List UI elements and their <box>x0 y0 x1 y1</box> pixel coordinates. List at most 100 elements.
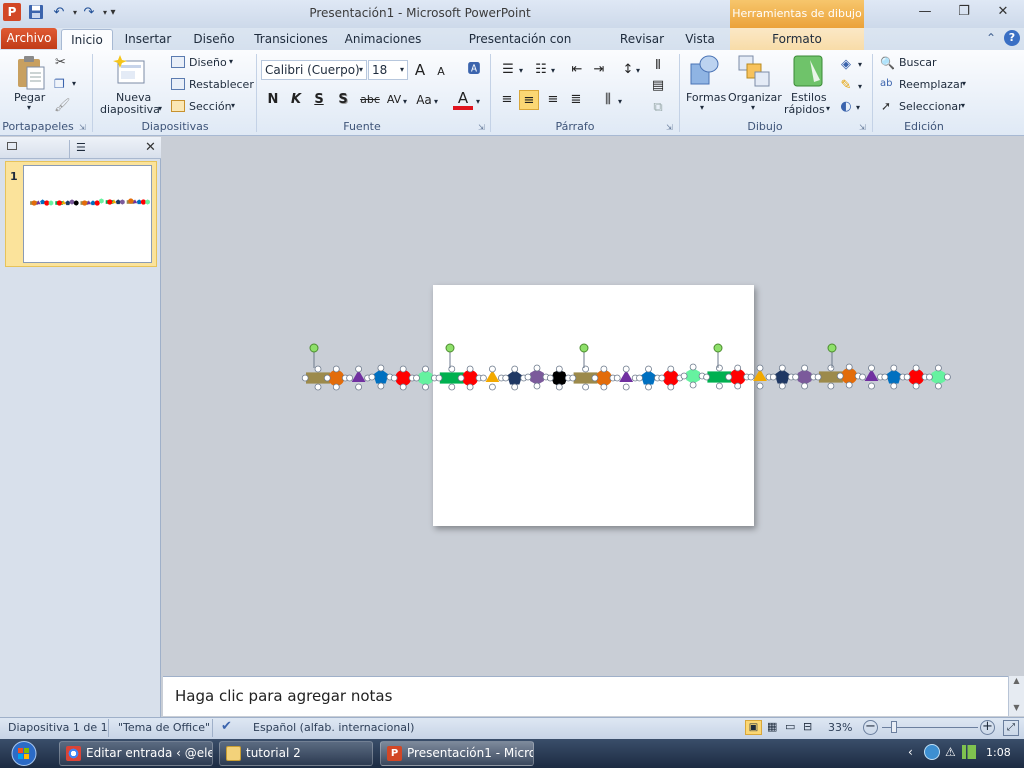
numbering-icon[interactable]: ☷ <box>531 60 551 80</box>
shape-effects-icon[interactable]: ◐ <box>836 97 856 117</box>
resize-handle[interactable] <box>368 373 376 381</box>
resize-handle[interactable] <box>859 373 866 381</box>
tab-file[interactable]: Archivo <box>1 28 57 49</box>
resize-handle[interactable] <box>488 383 496 391</box>
paste-dropdown-icon[interactable]: ▾ <box>27 103 31 112</box>
resize-handle[interactable] <box>622 365 630 373</box>
resize-handle[interactable] <box>502 374 510 382</box>
help-icon[interactable]: ? <box>1004 30 1020 46</box>
resize-handle[interactable] <box>591 374 599 382</box>
shape-outline-icon[interactable]: ✎ <box>836 76 856 96</box>
tray-expand-icon[interactable]: ‹ <box>908 745 913 759</box>
resize-handle[interactable] <box>314 383 322 391</box>
taskbar-item-browser[interactable]: Editar entrada ‹ @ele... <box>59 741 213 766</box>
slide[interactable] <box>433 285 754 526</box>
resize-handle[interactable] <box>533 382 541 390</box>
resize-handle[interactable] <box>747 373 755 381</box>
resize-handle[interactable] <box>390 374 398 382</box>
tab-transitions[interactable]: Transiciones <box>252 29 330 50</box>
resize-handle[interactable] <box>778 364 786 372</box>
chevron-down-icon[interactable]: ▾ <box>551 66 555 75</box>
cut-icon[interactable]: ✂ <box>55 55 66 70</box>
resize-handle[interactable] <box>912 382 920 390</box>
restore-button[interactable]: ❐ <box>944 2 984 22</box>
slide-thumbnail[interactable] <box>23 165 152 263</box>
rotation-handle[interactable] <box>827 343 837 353</box>
clock[interactable]: 1:08 <box>986 746 1011 759</box>
tab-insert[interactable]: Insertar <box>120 29 176 50</box>
change-case-button[interactable]: Aa <box>414 90 434 110</box>
select-button[interactable]: Seleccionar <box>899 100 963 113</box>
section-button[interactable]: Sección <box>189 100 232 113</box>
resize-handle[interactable] <box>457 374 465 382</box>
resize-handle[interactable] <box>600 383 608 391</box>
shape-hexagon[interactable] <box>69 199 75 205</box>
close-pane-icon[interactable]: ✕ <box>145 140 156 155</box>
increase-indent-icon[interactable]: ⇥ <box>589 60 609 80</box>
chevron-down-icon[interactable]: ▾ <box>858 60 862 69</box>
find-button[interactable]: Buscar <box>899 56 937 69</box>
chevron-down-icon[interactable]: ▾ <box>618 97 622 106</box>
bullets-icon[interactable]: ☰ <box>498 60 518 80</box>
grow-font-button[interactable]: A <box>410 60 430 80</box>
quick-styles-dropdown-icon[interactable]: ▾ <box>826 104 830 113</box>
find-icon[interactable]: 🔍 <box>880 56 895 70</box>
taskbar-item-folder[interactable]: tutorial 2 <box>219 741 373 766</box>
layout-button[interactable]: Diseño <box>189 56 227 69</box>
clipboard-launcher-icon[interactable]: ⇲ <box>79 123 86 132</box>
zoom-out-icon[interactable]: − <box>863 720 878 735</box>
shape-pentagon[interactable] <box>115 199 121 205</box>
shape-hexagon[interactable] <box>120 199 125 205</box>
close-button[interactable]: ✕ <box>983 2 1023 22</box>
replace-button[interactable]: Reemplazar <box>899 78 964 91</box>
shapes-button[interactable]: Formas <box>686 91 726 104</box>
shape-octagon[interactable] <box>73 200 79 206</box>
resize-handle[interactable] <box>511 383 519 391</box>
chevron-down-icon[interactable]: ▾ <box>476 97 480 106</box>
resize-handle[interactable] <box>801 364 808 372</box>
font-name-combo[interactable]: Calibri (Cuerpo) ▾ <box>261 60 367 80</box>
resize-handle[interactable] <box>903 373 911 381</box>
chevron-down-icon[interactable]: ▾ <box>636 66 640 75</box>
resize-handle[interactable] <box>756 382 764 390</box>
resize-handle[interactable] <box>814 373 822 381</box>
scroll-down-icon[interactable]: ▼ <box>1009 703 1024 712</box>
resize-handle[interactable] <box>845 381 853 389</box>
drawing-launcher-icon[interactable]: ⇲ <box>859 123 866 132</box>
minimize-button[interactable]: — <box>905 2 945 22</box>
copy-icon[interactable]: ❐ <box>54 77 65 91</box>
layout-icon[interactable] <box>171 56 185 68</box>
clear-formatting-icon[interactable]: 🅰 <box>464 60 484 80</box>
select-icon[interactable]: ➚ <box>881 99 891 113</box>
reset-button[interactable]: Restablecer <box>189 78 254 91</box>
resize-handle[interactable] <box>448 383 456 391</box>
rotation-handle[interactable] <box>309 343 319 353</box>
taskbar-item-powerpoint[interactable]: P Presentación1 - Micros... <box>380 741 534 766</box>
shape-hexagon[interactable] <box>48 200 54 206</box>
font-size-combo[interactable]: 18 ▾ <box>368 60 408 80</box>
resize-handle[interactable] <box>422 383 429 391</box>
resize-handle[interactable] <box>778 382 786 390</box>
paste-icon[interactable] <box>15 55 47 94</box>
align-text-icon[interactable]: ▤ <box>648 76 668 96</box>
rotation-handle[interactable] <box>713 343 723 353</box>
resize-handle[interactable] <box>703 373 711 381</box>
resize-handle[interactable] <box>801 382 808 390</box>
resize-handle[interactable] <box>725 373 733 381</box>
resize-handle[interactable] <box>600 365 608 373</box>
shape-circle[interactable] <box>128 198 134 204</box>
notes-scrollbar[interactable]: ▲ ▼ <box>1008 676 1024 716</box>
tab-view[interactable]: Vista <box>678 29 722 50</box>
tab-review[interactable]: Revisar <box>614 29 670 50</box>
resize-handle[interactable] <box>377 364 385 372</box>
zoom-in-icon[interactable]: + <box>980 720 995 735</box>
resize-handle[interactable] <box>355 365 362 373</box>
signal-icon[interactable] <box>962 745 976 759</box>
resize-handle[interactable] <box>569 374 577 382</box>
format-painter-icon[interactable]: 🖌 <box>54 98 71 113</box>
shrink-font-button[interactable]: A <box>431 62 451 82</box>
resize-handle[interactable] <box>377 382 385 390</box>
spell-check-icon[interactable]: ✔ <box>221 719 232 734</box>
resize-handle[interactable] <box>645 383 652 391</box>
reading-view-icon[interactable]: ▭ <box>785 720 795 733</box>
